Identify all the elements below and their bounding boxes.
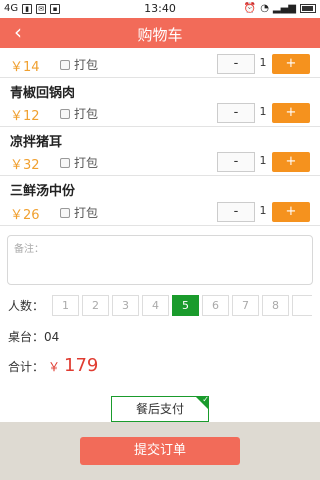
submit-order-button[interactable]: 提交订单: [80, 437, 240, 465]
signal-bars-icon: ▂▄▆: [272, 3, 296, 14]
people-option-4[interactable]: 4: [142, 295, 169, 316]
total-info: 合计： ￥ 179: [8, 355, 98, 376]
item-name-row: 青椒回锅肉: [0, 79, 320, 101]
table-info: 桌台：04: [8, 328, 59, 345]
pack-label: 打包: [74, 107, 99, 121]
increase-button[interactable]: +: [272, 54, 310, 74]
increase-button[interactable]: +: [272, 103, 310, 123]
quantity-value: 1: [259, 204, 267, 217]
decrease-button[interactable]: -: [217, 152, 255, 172]
remark-input[interactable]: 备注：: [7, 235, 313, 285]
cart-item-row: ￥14 打包 - 1 +: [0, 50, 320, 78]
pack-label: 打包: [74, 156, 99, 170]
people-option-2[interactable]: 2: [82, 295, 109, 316]
pay-after-meal-label: 餐后支付: [135, 402, 184, 416]
people-option-3[interactable]: 3: [112, 295, 139, 316]
total-currency: ￥: [48, 360, 61, 374]
item-price: ￥14: [10, 60, 40, 75]
quantity-value: 1: [259, 56, 267, 69]
pack-checkbox[interactable]: 打包: [60, 56, 98, 73]
increase-button[interactable]: +: [272, 202, 310, 222]
item-price: ￥26: [10, 208, 40, 223]
checkbox-icon[interactable]: [60, 59, 70, 70]
cart-item-row: ￥26 打包 - 1 +: [0, 198, 320, 226]
people-option-more[interactable]: [292, 295, 312, 316]
table-label: 桌台：: [8, 330, 45, 344]
decrease-button[interactable]: -: [217, 103, 255, 123]
checkbox-icon[interactable]: [60, 157, 70, 168]
pack-checkbox[interactable]: 打包: [60, 154, 98, 171]
decrease-button[interactable]: -: [217, 54, 255, 74]
people-option-6[interactable]: 6: [202, 295, 229, 316]
cart-item-row: ￥12 打包 - 1 +: [0, 99, 320, 127]
pack-label: 打包: [74, 206, 99, 220]
status-right: ⏰ ◔ ▂▄▆: [244, 3, 316, 14]
total-value: 179: [64, 355, 99, 376]
pack-checkbox[interactable]: 打包: [60, 204, 98, 221]
item-name-row: 三鲜汤中份: [0, 177, 320, 199]
cart-item-row: ￥32 打包 - 1 +: [0, 148, 320, 176]
item-price: ￥12: [10, 109, 40, 124]
quantity-value: 1: [259, 105, 267, 118]
table-value: 04: [44, 330, 60, 344]
item-name-row: 凉拌猪耳: [0, 128, 320, 150]
battery-icon: [300, 4, 316, 13]
item-price: ￥32: [10, 158, 40, 173]
status-bar: 4G ▮ ✉ ▪ 13:40 ⏰ ◔ ▂▄▆: [0, 0, 320, 18]
alarm-icon: ⏰: [243, 3, 257, 14]
item-name: 三鲜汤中份: [10, 184, 76, 199]
page-title: 购物车: [137, 26, 183, 44]
total-label: 合计：: [8, 360, 45, 374]
people-option-7[interactable]: 7: [232, 295, 259, 316]
checkbox-icon[interactable]: [60, 108, 70, 119]
people-option-1[interactable]: 1: [52, 295, 79, 316]
bottom-bar: 提交订单: [0, 422, 320, 480]
increase-button[interactable]: +: [272, 152, 310, 172]
checkbox-icon[interactable]: [60, 207, 70, 218]
pack-checkbox[interactable]: 打包: [60, 105, 98, 122]
selected-check-icon: ✓: [195, 395, 209, 410]
app-header: ‹ 购物车: [0, 18, 320, 48]
decrease-button[interactable]: -: [217, 202, 255, 222]
people-option-5-selected[interactable]: 5: [172, 295, 199, 316]
people-label: 人数：: [8, 299, 45, 313]
wifi-icon: ◔: [260, 3, 269, 14]
pay-after-meal-option[interactable]: 餐后支付 ✓: [111, 395, 209, 422]
people-option-8[interactable]: 8: [262, 295, 289, 316]
quantity-value: 1: [259, 154, 267, 167]
pack-label: 打包: [74, 58, 99, 72]
